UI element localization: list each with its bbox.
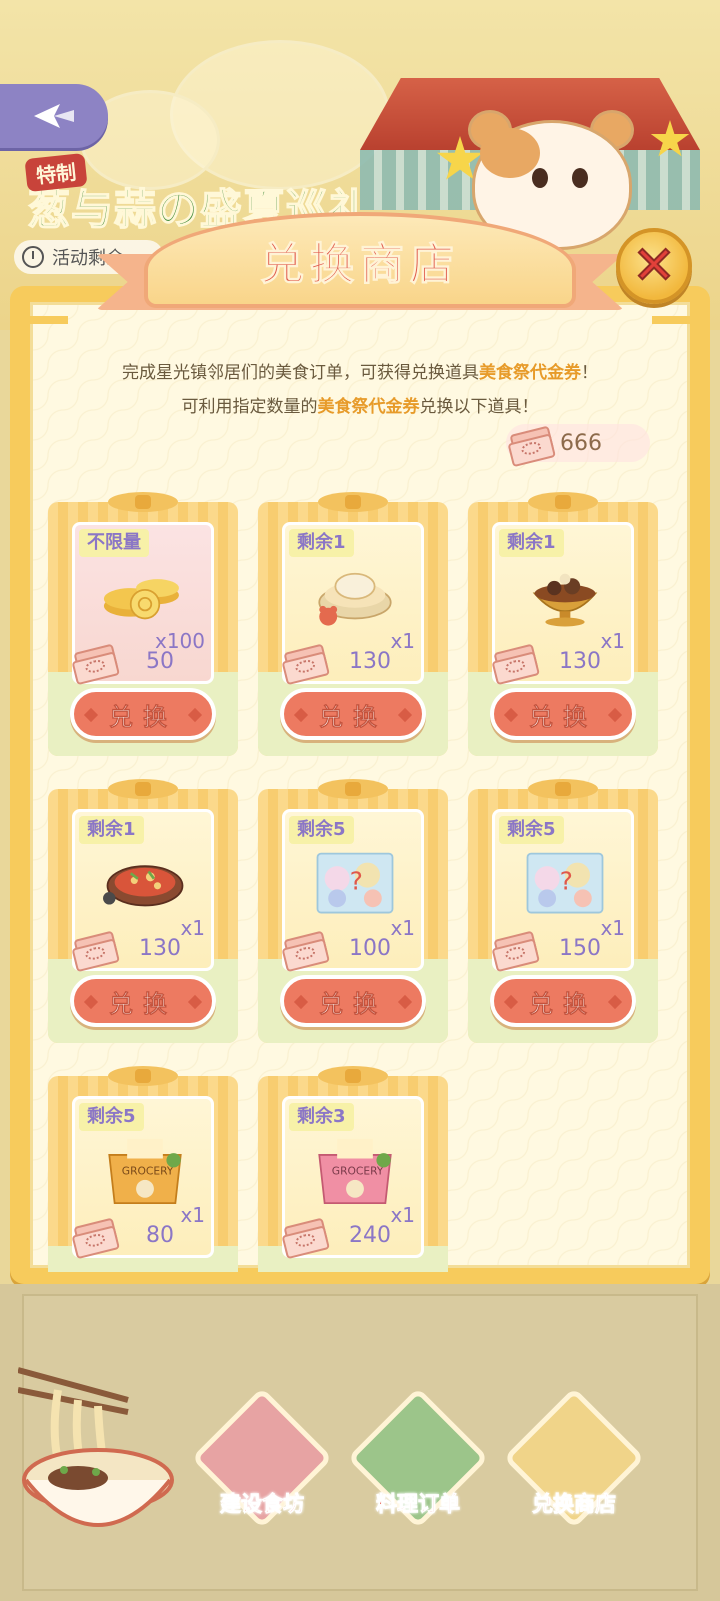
bow-decoration (318, 779, 388, 799)
exchange-button-label: 兑换 (529, 989, 597, 1018)
event-tag: 特制 (24, 152, 88, 193)
dialog-title-ribbon: 兑换商店 (96, 212, 624, 320)
exchange-button-label: 兑换 (319, 702, 387, 731)
coupon-icon (493, 643, 539, 679)
description-text: 完成星光镇邻居们的美食订单，可获得兑换道具 (122, 363, 479, 383)
shop-item-card: 剩余1 x1 130 兑换 (258, 492, 448, 756)
exchange-button-label: 兑换 (109, 989, 177, 1018)
exchange-button[interactable]: 兑换 (70, 688, 216, 740)
gold-coins-icon (103, 579, 179, 620)
nav-label: 建设食坊 (220, 1492, 305, 1517)
shop-item-card: ? 剩余5 x1 150 兑换 (468, 779, 658, 1043)
exchange-button-label: 兑换 (319, 989, 387, 1018)
sticker-pack-icon: ? (316, 852, 394, 914)
description-text: 兑换以下道具！ (419, 397, 539, 417)
svg-text:GROCERY: GROCERY (122, 1165, 174, 1178)
exchange-button-label: 兑换 (529, 702, 597, 731)
shop-item-card: ? 剩余5 x1 100 兑换 (258, 779, 448, 1043)
exchange-button-label: 兑换 (109, 702, 177, 731)
exchange-button[interactable]: 兑换 (280, 688, 426, 740)
price-value: 80 (146, 1222, 174, 1248)
coupon-icon (493, 930, 539, 966)
exchange-button[interactable]: 兑换 (490, 975, 636, 1027)
hotpot-dish-icon (532, 573, 598, 627)
item-price: 80 (73, 1217, 214, 1253)
stock-limit-badge: 剩余5 (79, 1103, 144, 1131)
item-price: 240 (283, 1217, 424, 1253)
sticker-pack-icon: ? (526, 852, 604, 914)
price-value: 130 (349, 648, 391, 674)
stock-limit-badge: 剩余1 (289, 529, 354, 557)
nav-label: 料理订单 (376, 1492, 461, 1517)
bow-decoration (318, 492, 388, 512)
shop-description: 完成星光镇邻居们的美食订单，可获得兑换道具美食祭代金券！可利用指定数量的美食祭代… (120, 356, 600, 424)
svg-text:GROCERY: GROCERY (332, 1165, 384, 1178)
exchange-button[interactable]: 兑换 (280, 975, 426, 1027)
item-price: 50 (73, 643, 214, 679)
close-icon: ✕ (631, 236, 677, 296)
item-price: 130 (283, 643, 424, 679)
exchange-button[interactable]: 兑换 (490, 688, 636, 740)
item-price: 100 (283, 930, 424, 966)
stock-limit-badge: 剩余1 (79, 816, 144, 844)
coupon-icon (509, 425, 555, 461)
description-highlight: 美食祭代金券 (479, 363, 581, 383)
item-grid: 不限量 x100 50 兑换 剩余1 x1 130 兑换 剩余1 x1 130 … (48, 492, 668, 1272)
stock-limit-badge: 剩余1 (499, 529, 564, 557)
bow-decoration (108, 492, 178, 512)
price-value: 240 (349, 1222, 391, 1248)
dialog-title: 兑换商店 (260, 239, 460, 291)
exchange-button[interactable]: 兑换 (70, 975, 216, 1027)
nav-order-clipboard-button[interactable]: 料理订单 (347, 1387, 489, 1548)
coupon-balance: 666 (506, 424, 650, 462)
grocery-bag-pink-icon: GROCERY (318, 1138, 392, 1205)
bow-decoration (108, 779, 178, 799)
item-price: 130 (493, 643, 634, 679)
shop-item-card: GROCERY 剩余5 x1 80 (48, 1066, 238, 1272)
svg-text:?: ? (560, 866, 573, 895)
coupon-icon (73, 930, 119, 966)
bow-decoration (108, 1066, 178, 1086)
noodle-bowl-image (18, 1367, 174, 1527)
stock-limit-badge: 剩余5 (499, 816, 564, 844)
svg-text:?: ? (350, 866, 363, 895)
item-price: 130 (73, 930, 214, 966)
item-price: 150 (493, 930, 634, 966)
stock-limit-badge: 不限量 (79, 529, 149, 557)
coupon-icon (73, 643, 119, 679)
stew-plate-icon (103, 865, 184, 907)
coupon-icon (73, 1217, 119, 1253)
description-highlight: 美食祭代金券 (317, 397, 420, 417)
coupon-icon (283, 643, 329, 679)
stock-limit-badge: 剩余5 (289, 816, 354, 844)
stock-limit-badge: 剩余3 (289, 1103, 354, 1131)
shop-item-card: 不限量 x100 50 兑换 (48, 492, 238, 756)
crab-dish-icon (318, 572, 392, 626)
bow-decoration (528, 492, 598, 512)
corner-ornament (22, 316, 68, 362)
price-value: 130 (139, 935, 181, 961)
nav-label: 兑换商店 (532, 1492, 617, 1517)
close-button[interactable]: ✕ (616, 228, 692, 304)
coupon-icon (283, 930, 329, 966)
bow-decoration (528, 779, 598, 799)
shop-item-card: GROCERY 剩余3 x1 240 (258, 1066, 448, 1272)
shop-item-card: 剩余1 x1 130 兑换 (468, 492, 658, 756)
coupon-icon (283, 1217, 329, 1253)
nav-chef-hat-button[interactable]: 建设食坊 (191, 1387, 333, 1548)
price-value: 50 (146, 648, 174, 674)
back-button[interactable] (0, 84, 108, 148)
price-value: 100 (349, 935, 391, 961)
nav-shop-stall-button[interactable]: 兑换商店 (503, 1387, 645, 1548)
price-value: 150 (559, 935, 601, 961)
bow-decoration (318, 1066, 388, 1086)
price-value: 130 (559, 648, 601, 674)
grocery-bag-orange-icon: GROCERY (108, 1138, 182, 1205)
back-arrow-icon (34, 104, 74, 128)
corner-ornament (652, 316, 698, 362)
shop-item-card: 剩余1 x1 130 兑换 (48, 779, 238, 1043)
clock-icon (22, 246, 44, 268)
balance-value: 666 (560, 430, 602, 456)
